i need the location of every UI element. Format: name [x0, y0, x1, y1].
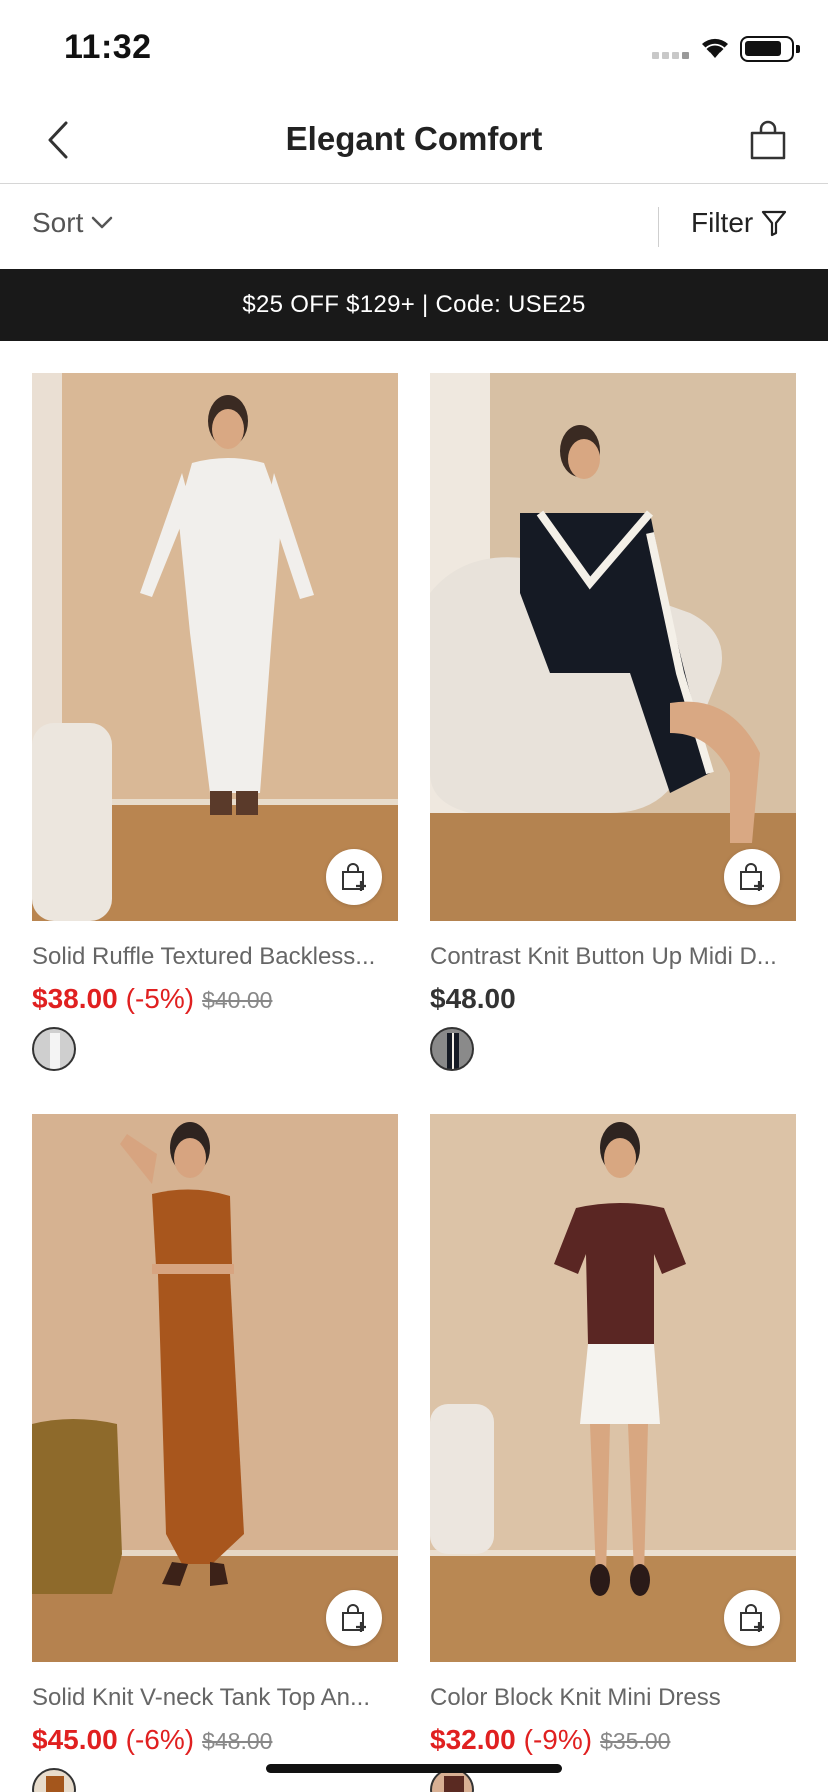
- bag-plus-icon: [342, 863, 366, 891]
- discount-percent: (-6%): [125, 1724, 195, 1755]
- cart-button[interactable]: [738, 110, 798, 170]
- nav-bar: Elegant Comfort: [0, 96, 828, 184]
- price-row: $48.00: [430, 983, 796, 1015]
- color-swatch[interactable]: [32, 1027, 76, 1071]
- bag-plus-icon: [342, 1604, 366, 1632]
- price: $48.00: [430, 983, 516, 1014]
- bag-plus-icon: [740, 863, 764, 891]
- discount-percent: (-9%): [523, 1724, 593, 1755]
- filter-button[interactable]: Filter: [691, 207, 787, 239]
- product-name[interactable]: Color Block Knit Mini Dress: [430, 1684, 790, 1712]
- product-card[interactable]: Color Block Knit Mini Dress $32.00 (-9%)…: [430, 1114, 796, 1792]
- product-name[interactable]: Solid Ruffle Textured Backless...: [32, 943, 392, 971]
- product-image[interactable]: [430, 373, 796, 921]
- add-to-bag-button[interactable]: [326, 849, 382, 905]
- color-swatch[interactable]: [32, 1768, 76, 1792]
- original-price: $35.00: [600, 1728, 671, 1754]
- product-card[interactable]: Contrast Knit Button Up Midi D... $48.00: [430, 373, 796, 1071]
- original-price: $40.00: [202, 987, 273, 1013]
- shopping-bag-icon: [750, 120, 786, 160]
- product-card[interactable]: Solid Ruffle Textured Backless... $38.00…: [32, 373, 398, 1071]
- sort-filter-bar: Sort Filter: [0, 185, 828, 269]
- cellular-signal-icon: [652, 52, 689, 59]
- promo-banner[interactable]: $25 OFF $129+ | Code: USE25: [0, 269, 828, 341]
- product-card[interactable]: Solid Knit V-neck Tank Top An... $45.00 …: [32, 1114, 398, 1792]
- product-image[interactable]: [32, 1114, 398, 1662]
- price-row: $45.00 (-6%) $48.00: [32, 1724, 398, 1756]
- filter-funnel-icon: [762, 210, 787, 237]
- status-time: 11:32: [64, 28, 152, 66]
- battery-icon: [740, 36, 800, 62]
- page-title: Elegant Comfort: [285, 120, 543, 157]
- status-bar: 11:32: [0, 0, 828, 96]
- product-image[interactable]: [32, 373, 398, 921]
- original-price: $48.00: [202, 1728, 273, 1754]
- promo-text: $25 OFF $129+ | Code: USE25: [242, 291, 586, 318]
- filter-label: Filter: [691, 207, 754, 238]
- add-to-bag-button[interactable]: [724, 849, 780, 905]
- product-name[interactable]: Contrast Knit Button Up Midi D...: [430, 943, 790, 971]
- wifi-icon: [702, 38, 728, 58]
- chevron-down-icon: [92, 216, 113, 229]
- sale-price: $32.00: [430, 1724, 516, 1755]
- price-row: $32.00 (-9%) $35.00: [430, 1724, 796, 1756]
- home-indicator: [266, 1764, 562, 1773]
- price-row: $38.00 (-5%) $40.00: [32, 983, 398, 1015]
- add-to-bag-button[interactable]: [326, 1590, 382, 1646]
- sale-price: $38.00: [32, 983, 118, 1014]
- sort-button[interactable]: Sort: [32, 207, 113, 239]
- sale-price: $45.00: [32, 1724, 118, 1755]
- color-swatch[interactable]: [430, 1027, 474, 1071]
- sort-label: Sort: [32, 207, 84, 238]
- product-name[interactable]: Solid Knit V-neck Tank Top An...: [32, 1684, 392, 1712]
- bag-plus-icon: [740, 1604, 764, 1632]
- divider: [658, 207, 659, 247]
- add-to-bag-button[interactable]: [724, 1590, 780, 1646]
- product-image[interactable]: [430, 1114, 796, 1662]
- discount-percent: (-5%): [125, 983, 195, 1014]
